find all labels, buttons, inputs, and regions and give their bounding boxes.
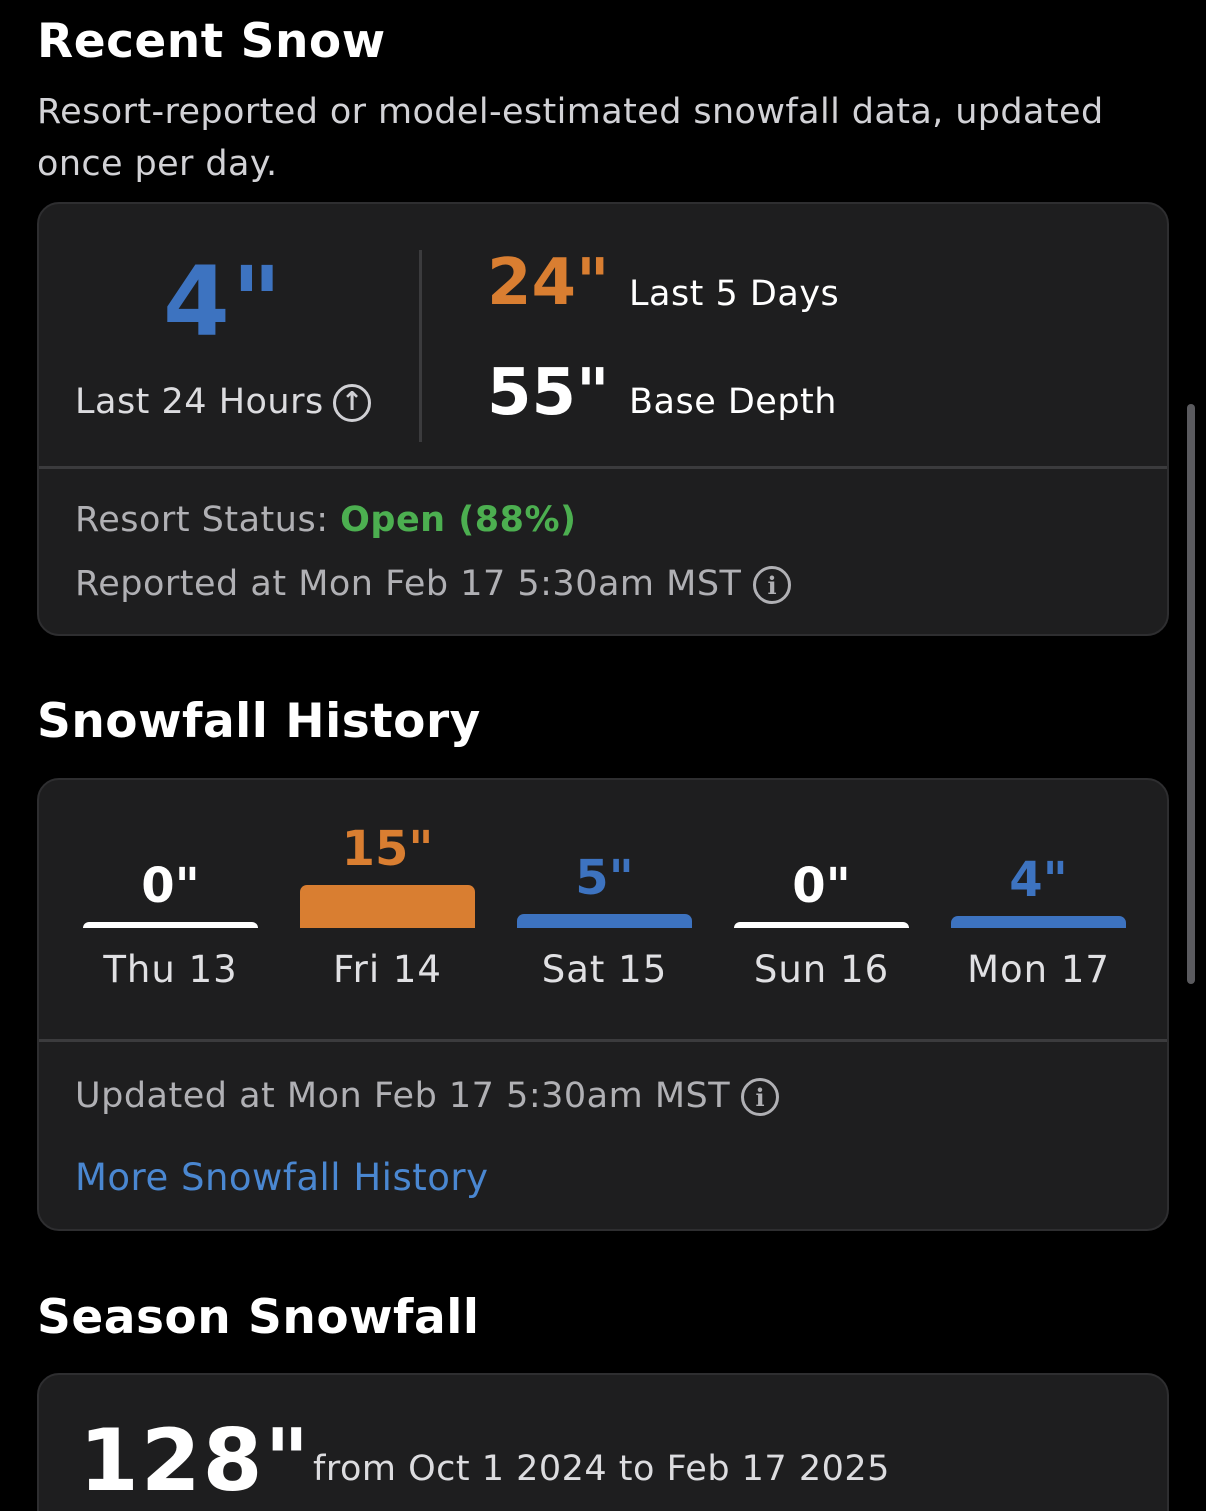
info-icon[interactable]: i xyxy=(741,1078,779,1116)
recent-snow-subtitle: Resort-reported or model-estimated snowf… xyxy=(37,92,1104,184)
season-snowfall-card: 128" from Oct 1 2024 to Feb 17 2025 xyxy=(37,1373,1169,1511)
season-snowfall-value: 128" xyxy=(79,1411,312,1511)
snowfall-history-title: Snowfall History xyxy=(37,694,481,749)
resort-status-label: Resort Status: xyxy=(75,500,329,540)
scrollbar[interactable] xyxy=(1187,404,1195,984)
day-bar xyxy=(83,922,258,928)
arrow-up-circle-icon[interactable]: ↑ xyxy=(333,384,371,422)
day-value: 0" xyxy=(141,858,200,914)
page: Recent Snow Resort-reported or model-est… xyxy=(0,0,1206,1511)
day-value: 4" xyxy=(1009,852,1068,909)
info-icon[interactable]: i xyxy=(753,566,791,604)
day-label: Fri 14 xyxy=(333,948,442,991)
day-bar xyxy=(517,913,692,928)
day-value: 15" xyxy=(341,820,434,877)
base-depth-label: Base Depth xyxy=(629,382,837,422)
last-5-days-label: Last 5 Days xyxy=(629,274,840,314)
day-bar xyxy=(734,922,909,928)
base-depth-value: 55" xyxy=(487,356,610,430)
last-24-hours-value: 4" xyxy=(163,246,284,358)
recent-snow-card: 4" Last 24 Hours ↑ 24" Last 5 Days 55" B… xyxy=(37,202,1169,636)
last-24-hours-label: Last 24 Hours xyxy=(75,382,324,422)
last-5-days-value: 24" xyxy=(487,246,610,320)
more-snowfall-history-link[interactable]: More Snowfall History xyxy=(75,1156,488,1199)
day-label: Sat 15 xyxy=(541,948,668,991)
card-divider xyxy=(39,466,1167,469)
resort-status: Resort Status: Open (88%) xyxy=(75,500,577,540)
day-label: Thu 13 xyxy=(103,948,238,991)
season-snowfall-title: Season Snowfall xyxy=(37,1290,480,1345)
day-label: Sun 16 xyxy=(753,948,890,991)
resort-status-value: Open (88%) xyxy=(340,500,577,540)
day-value: 5" xyxy=(575,849,634,906)
card-divider xyxy=(39,1039,1167,1042)
day-bar xyxy=(300,884,475,928)
stats-divider xyxy=(419,250,422,442)
day-value: 0" xyxy=(792,858,851,914)
updated-time: Updated at Mon Feb 17 5:30am MST xyxy=(75,1076,731,1116)
recent-snow-title: Recent Snow xyxy=(37,14,386,69)
day-bar xyxy=(951,916,1126,928)
reported-time: Reported at Mon Feb 17 5:30am MST xyxy=(75,564,742,604)
season-snowfall-range: from Oct 1 2024 to Feb 17 2025 xyxy=(313,1449,890,1489)
snowfall-history-card: 0" Thu 13 15" Fri 14 5" Sat 15 0" Sun 16… xyxy=(37,778,1169,1231)
day-label: Mon 17 xyxy=(967,948,1110,991)
